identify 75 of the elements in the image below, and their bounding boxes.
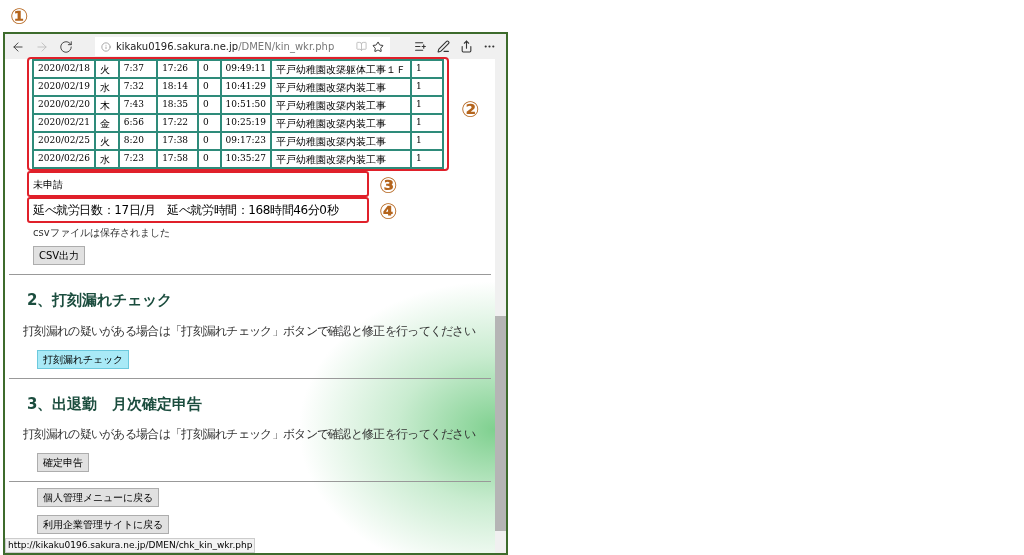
table-cell: 18:35 [157,96,199,114]
table-cell: 2020/02/26 [33,150,95,168]
instruction-text: 打刻漏れの疑いがある場合は「打刻漏れチェック」ボタンで確認と修正を行ってください [22,322,477,340]
table-cell: 水 [94,78,119,96]
table-cell: 火 [94,132,119,150]
table-cell: 6:56 [118,114,158,132]
table-cell: 金 [94,114,119,132]
scrollbar-thumb[interactable] [495,316,506,531]
table-cell: 平戸幼稚園改築躯体工事１Ｆ [271,60,412,78]
table-cell: 0 [198,78,221,96]
table-cell: 7:43 [118,96,158,114]
table-cell: 2020/02/21 [33,114,95,132]
table-cell: 7:32 [118,78,158,96]
table-cell: 0 [198,150,221,168]
info-icon [101,41,111,52]
table-cell: 0 [198,132,221,150]
annotation-number: ③ [379,175,398,197]
table-cell: 17:38 [157,132,199,150]
pen-icon[interactable] [437,40,450,53]
status-text: 未申請 [33,177,63,192]
back-icon[interactable] [11,39,25,54]
instruction-text: 打刻漏れの疑いがある場合は「打刻漏れチェック」ボタンで確認と修正を行ってください [22,426,477,443]
csv-button[interactable]: CSV出力 [33,246,86,265]
table-cell: 0 [198,60,221,78]
action-button[interactable]: 確定申告 [37,453,89,472]
table-cell: 0 [198,114,221,132]
table-cell: 1 [411,78,443,96]
table-cell: 2020/02/25 [33,132,95,150]
section-heading: 3、出退勤 月次確定申告 [27,393,204,415]
section-heading: 2、打刻漏れチェック [27,290,174,311]
table-cell: 09:49:11 [220,60,272,78]
totals-text: 延べ就労日数：17日/月 延べ就労時間：168時間46分0秒 [33,202,339,219]
table-cell: 09:17:23 [220,132,272,150]
annotation-number: ④ [379,201,398,223]
table-cell: 火 [94,60,119,78]
table-cell: 1 [411,150,443,168]
table-cell: 平戸幼稚園改築内装工事 [271,114,412,132]
table-cell: 17:22 [157,114,199,132]
table-cell: 水 [94,150,119,168]
back-button[interactable]: 個人管理メニューに戻る [37,488,159,507]
table-cell: 2020/02/18 [33,60,95,78]
address-bar[interactable]: kikaku0196.sakura.ne.jp/DMEN/kin_wkr.php [95,37,390,56]
table-cell: 10:25:19 [220,114,272,132]
action-button[interactable]: 打刻漏れチェック [37,349,129,369]
url-text: kikaku0196.sakura.ne.jp/DMEN/kin_wkr.php [116,40,335,54]
status-url: http://kikaku0196.sakura.ne.jp/DMEN/chk_kin_wkr.php [5,537,256,553]
table-cell: 平戸幼稚園改築内装工事 [271,150,412,168]
csv-message: csvファイルは保存されました [33,226,171,240]
table-cell: 2020/02/19 [33,78,95,96]
table-cell: 1 [411,96,443,114]
table-cell: 平戸幼稚園改築内装工事 [271,78,412,96]
favorites-list-icon[interactable] [414,40,427,53]
back-button[interactable]: 利用企業管理サイトに戻る [37,515,169,534]
table-cell: 10:41:29 [220,78,272,96]
table-cell: 平戸幼稚園改築内装工事 [271,96,412,114]
table-cell: 17:26 [157,60,199,78]
table-cell: 木 [94,96,119,114]
table-cell: 1 [411,132,443,150]
annotation-number: ② [461,99,480,121]
table-cell: 0 [198,96,221,114]
table-cell: 2020/02/20 [33,96,95,114]
table-cell: 7:37 [118,60,158,78]
table-cell: 平戸幼稚園改築内装工事 [271,132,412,150]
star-icon[interactable] [372,40,384,53]
annotation-number: ① [10,4,29,29]
table-cell: 10:51:50 [220,96,272,114]
share-icon[interactable] [460,40,473,53]
table-cell: 1 [411,114,443,132]
table-cell: 1 [411,60,443,78]
table-cell: 7:23 [118,150,158,168]
table-cell: 8:20 [118,132,158,150]
table-cell: 10:35:27 [220,150,272,168]
table-cell: 17:58 [157,150,199,168]
table-cell: 18:14 [157,78,199,96]
refresh-icon[interactable] [59,39,73,54]
